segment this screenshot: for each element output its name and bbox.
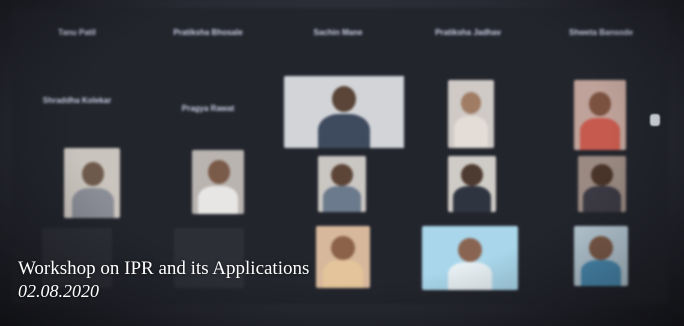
- participant-tile: [274, 76, 404, 154]
- participant-tile: [534, 76, 668, 154]
- participant-tile: Pratiksha Bhosale: [144, 8, 272, 88]
- participant-name: Tanu Patil: [58, 28, 96, 37]
- participant-tile: [534, 156, 668, 226]
- participant-video: [318, 156, 366, 212]
- participant-name: Pratiksha Jadhav: [435, 28, 501, 37]
- participant-name: Pratiksha Bhosale: [173, 28, 243, 37]
- participant-video: [574, 80, 626, 150]
- participant-video: [448, 156, 496, 212]
- participant-name: Sachin Mane: [313, 28, 363, 37]
- participant-name: Pragya Rawat: [181, 104, 235, 113]
- participant-tile: [274, 156, 404, 226]
- participant-tile: [404, 156, 532, 226]
- participant-tile: Shraddha Kolekar: [12, 90, 142, 220]
- participant-video: [192, 150, 244, 214]
- participant-name: Shweta Bansode: [568, 28, 633, 37]
- workshop-photo: Tanu Patil Pratiksha Bhosale Sachin Mane…: [0, 0, 684, 326]
- caption: Workshop on IPR and its Applications 02.…: [18, 258, 309, 302]
- participant-tile: Pragya Rawat: [144, 90, 272, 220]
- scroll-indicator: [650, 114, 660, 126]
- participant-video: [64, 148, 120, 218]
- participant-tile: [404, 222, 532, 304]
- participant-video: [422, 226, 518, 290]
- participant-video: [574, 226, 628, 286]
- participant-name: Shraddha Kolekar: [42, 96, 112, 105]
- participant-tile: [404, 76, 532, 154]
- participant-tile: Tanu Patil: [12, 8, 142, 88]
- workshop-title: Workshop on IPR and its Applications: [18, 258, 310, 279]
- participant-video: [578, 156, 626, 212]
- participant-video: [284, 76, 404, 148]
- participant-video: [448, 80, 494, 148]
- participant-video: [316, 226, 370, 288]
- participant-tile: [534, 222, 668, 304]
- workshop-date: 02.08.2020: [18, 281, 99, 301]
